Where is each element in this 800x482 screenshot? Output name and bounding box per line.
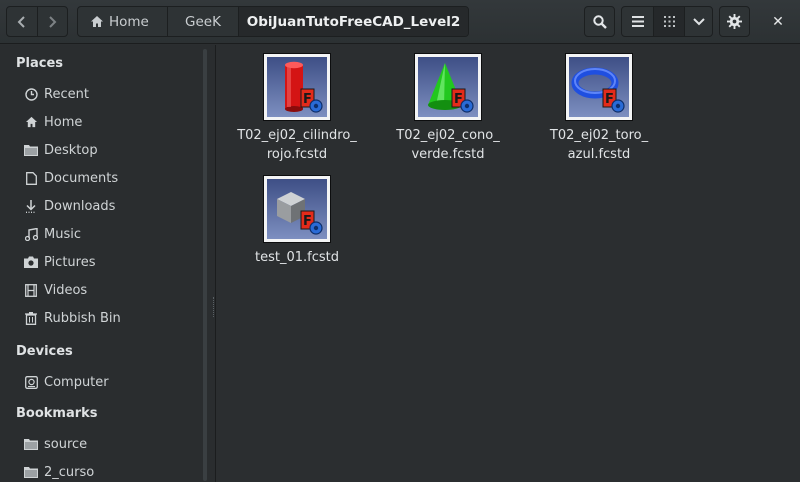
freecad-cylinder-icon: F xyxy=(285,61,323,113)
chevron-down-icon xyxy=(692,17,705,25)
freecad-box-icon: F xyxy=(277,192,323,235)
sidebar-item-label: source xyxy=(44,436,88,452)
sidebar-item-label: Videos xyxy=(44,282,88,298)
sidebar-item-label: Rubbish Bin xyxy=(44,310,121,326)
sidebar-item-source[interactable]: source xyxy=(24,431,204,457)
view-switcher xyxy=(621,6,713,37)
breadcrumb-label: Home xyxy=(109,13,149,30)
sidebar-item-computer[interactable]: Computer xyxy=(24,369,204,395)
file-thumbnail: F xyxy=(263,175,331,243)
sidebar-item-music[interactable]: Music xyxy=(24,221,204,247)
drive-icon xyxy=(24,375,38,389)
sidebar-item-pictures[interactable]: Pictures xyxy=(24,249,204,275)
sidebar-scrollbar[interactable] xyxy=(203,49,207,481)
chevron-left-icon xyxy=(17,15,25,28)
file-thumbnail: F xyxy=(565,53,633,121)
camera-icon xyxy=(24,255,38,269)
gear-icon xyxy=(727,14,742,29)
clock-icon xyxy=(24,87,38,101)
sidebar-item-2-curso[interactable]: 2_curso xyxy=(24,459,204,482)
file-item[interactable]: F test_01.fcstd xyxy=(217,175,377,267)
file-name: T02_ej02_cono_ verde.fcstd xyxy=(396,128,500,162)
breadcrumb-label: GeeK xyxy=(185,13,221,30)
search-icon xyxy=(592,14,607,29)
sidebar: Places Recent Home Desktop Documents Dow… xyxy=(0,45,216,482)
freecad-torus-icon: F xyxy=(571,67,625,113)
sidebar-item-label: Music xyxy=(44,226,81,242)
file-thumbnail: F xyxy=(414,53,482,121)
home-icon xyxy=(91,16,103,27)
breadcrumb: Home GeeK ObiJuanTutoFreeCAD_Level2 xyxy=(77,6,469,37)
file-name: test_01.fcstd xyxy=(255,250,339,265)
forward-button[interactable] xyxy=(36,7,67,36)
film-icon xyxy=(24,283,38,297)
sidebar-section-bookmarks: Bookmarks xyxy=(16,406,98,421)
folder-icon xyxy=(24,437,38,451)
file-item[interactable]: F T02_ej02_toro_ azul.fcstd xyxy=(519,53,679,164)
folder-icon xyxy=(24,465,38,479)
close-button[interactable]: ✕ xyxy=(764,6,792,37)
sidebar-item-label: Recent xyxy=(44,86,89,102)
breadcrumb-current-folder[interactable]: ObiJuanTutoFreeCAD_Level2 xyxy=(239,7,468,36)
settings-button[interactable] xyxy=(719,6,750,37)
sidebar-item-videos[interactable]: Videos xyxy=(24,277,204,303)
list-view-icon xyxy=(631,16,644,27)
sidebar-item-home[interactable]: Home xyxy=(24,109,204,135)
home-icon xyxy=(24,115,38,129)
close-icon: ✕ xyxy=(772,13,784,30)
view-options-button[interactable] xyxy=(684,7,712,36)
breadcrumb-geek[interactable]: GeeK xyxy=(168,7,239,36)
search-button[interactable] xyxy=(584,6,615,37)
sidebar-item-label: 2_curso xyxy=(44,464,95,480)
file-thumbnail: F xyxy=(263,53,331,121)
breadcrumb-label: ObiJuanTutoFreeCAD_Level2 xyxy=(246,13,461,30)
sidebar-item-label: Desktop xyxy=(44,142,98,158)
chevron-right-icon xyxy=(49,15,57,28)
file-name: T02_ej02_toro_ azul.fcstd xyxy=(549,128,649,162)
sidebar-item-downloads[interactable]: Downloads xyxy=(24,193,204,219)
music-icon xyxy=(24,227,38,241)
sidebar-item-desktop[interactable]: Desktop xyxy=(24,137,204,163)
sidebar-item-rubbish-bin[interactable]: Rubbish Bin xyxy=(24,305,204,331)
trash-icon xyxy=(24,311,38,325)
sidebar-item-label: Computer xyxy=(44,374,109,390)
breadcrumb-home[interactable]: Home xyxy=(78,7,168,36)
pane-resize-handle[interactable] xyxy=(213,297,216,317)
list-view-button[interactable] xyxy=(622,7,653,36)
freecad-cone-icon: F xyxy=(428,63,474,113)
document-icon xyxy=(24,171,38,185)
header-bar: Home GeeK ObiJuanTutoFreeCAD_Level2 ✕ xyxy=(0,0,800,44)
sidebar-item-recent[interactable]: Recent xyxy=(24,81,204,107)
file-view: F T02_ej02_cilindro_ rojo.fcstd F T02_ej… xyxy=(217,45,800,482)
file-item[interactable]: F T02_ej02_cilindro_ rojo.fcstd xyxy=(217,53,377,164)
sidebar-section-places: Places xyxy=(16,56,64,71)
sidebar-item-label: Home xyxy=(44,114,83,130)
grid-view-icon xyxy=(663,16,675,27)
file-item[interactable]: F T02_ej02_cono_ verde.fcstd xyxy=(368,53,528,164)
sidebar-item-label: Documents xyxy=(44,170,119,186)
folder-icon xyxy=(24,143,38,157)
back-button[interactable] xyxy=(7,7,37,36)
sidebar-section-devices: Devices xyxy=(16,344,73,359)
file-name: T02_ej02_cilindro_ rojo.fcstd xyxy=(237,128,357,162)
sidebar-item-documents[interactable]: Documents xyxy=(24,165,204,191)
sidebar-item-label: Downloads xyxy=(44,198,116,214)
navigation-buttons xyxy=(6,6,68,37)
grid-view-button[interactable] xyxy=(653,7,684,36)
download-icon xyxy=(24,199,38,213)
sidebar-item-label: Pictures xyxy=(44,254,96,270)
